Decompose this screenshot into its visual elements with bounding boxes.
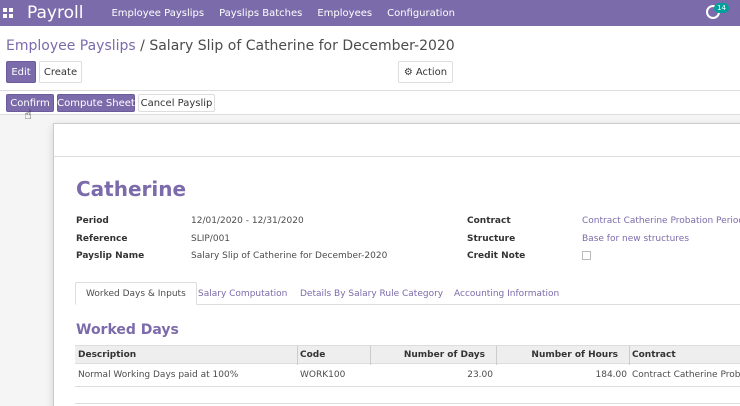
- form-statusbar: Confirm Compute Sheet Cancel Payslip: [0, 90, 740, 115]
- table-footer-line: [75, 403, 740, 404]
- worked-days-title: Worked Days: [76, 322, 179, 338]
- top-navbar: Payroll Employee Payslips Payslips Batch…: [0, 0, 740, 26]
- tab-accounting-information[interactable]: Accounting Information: [454, 282, 559, 305]
- create-button[interactable]: Create: [39, 61, 82, 83]
- control-panel: Employee Payslips / Salary Slip of Cathe…: [0, 26, 740, 90]
- sheet-divider: [54, 156, 740, 157]
- tab-salary-computation[interactable]: Salary Computation: [198, 282, 287, 305]
- col-number-of-days[interactable]: Number of Days: [404, 350, 485, 360]
- edit-button[interactable]: Edit: [6, 61, 36, 83]
- contract-link[interactable]: Contract Catherine Probation Period: [582, 216, 740, 226]
- credit-note-label: Credit Note: [467, 251, 526, 261]
- contract-label: Contract: [467, 216, 511, 226]
- row-days: 23.00: [467, 370, 493, 380]
- app-brand[interactable]: Payroll: [27, 3, 83, 23]
- chat-badge: 14: [714, 3, 729, 13]
- menu-payslips-batches[interactable]: Payslips Batches: [219, 8, 302, 19]
- row-description: Normal Working Days paid at 100%: [78, 370, 239, 380]
- table-row[interactable]: Normal Working Days paid at 100% WORK100…: [75, 364, 740, 387]
- structure-label: Structure: [467, 234, 516, 244]
- row-contract: Contract Catherine Probat: [632, 370, 740, 380]
- row-code: WORK100: [300, 370, 346, 380]
- compute-sheet-button[interactable]: Compute Sheet: [57, 94, 135, 112]
- action-label: Action: [415, 66, 448, 78]
- period-label: Period: [76, 216, 109, 226]
- hand-cursor-icon: ☝: [24, 108, 32, 123]
- col-contract[interactable]: Contract: [632, 350, 676, 360]
- tab-worked-days-inputs[interactable]: Worked Days & Inputs: [75, 282, 197, 305]
- tab-details-by-salary-rule-category[interactable]: Details By Salary Rule Category: [300, 282, 443, 305]
- breadcrumb: Employee Payslips / Salary Slip of Cathe…: [6, 38, 455, 54]
- breadcrumb-separator: /: [135, 38, 150, 54]
- row-hours: 184.00: [595, 370, 628, 380]
- breadcrumb-parent[interactable]: Employee Payslips: [6, 38, 136, 54]
- reference-label: Reference: [76, 234, 128, 244]
- reference-value[interactable]: SLIP/001: [191, 234, 230, 244]
- breadcrumb-current: Salary Slip of Catherine for December-20…: [149, 38, 455, 54]
- menu-configuration[interactable]: Configuration: [387, 8, 455, 19]
- employee-name[interactable]: Catherine: [76, 177, 186, 201]
- credit-note-checkbox[interactable]: [582, 251, 591, 260]
- apps-menu-icon[interactable]: [3, 8, 13, 18]
- payslip-name-value[interactable]: Salary Slip of Catherine for December-20…: [191, 251, 387, 261]
- cancel-payslip-button[interactable]: Cancel Payslip: [138, 94, 215, 112]
- col-number-of-hours[interactable]: Number of Hours: [531, 350, 618, 360]
- action-button[interactable]: ⚙ Action: [398, 61, 453, 83]
- col-description[interactable]: Description: [78, 350, 136, 360]
- notebook-tabs: Worked Days & Inputs Salary Computation …: [75, 282, 740, 305]
- gear-icon: ⚙: [403, 66, 413, 78]
- payslip-name-label: Payslip Name: [76, 251, 145, 261]
- period-value[interactable]: 12/01/2020 - 12/31/2020: [191, 216, 304, 226]
- menu-employee-payslips[interactable]: Employee Payslips: [111, 8, 204, 19]
- table-header: Description Code Number of Days Number o…: [75, 345, 740, 365]
- menu-employees[interactable]: Employees: [317, 8, 372, 19]
- form-sheet: Catherine Period 12/01/2020 - 12/31/2020…: [53, 123, 740, 406]
- col-code[interactable]: Code: [300, 350, 325, 360]
- structure-link[interactable]: Base for new structures: [582, 234, 689, 244]
